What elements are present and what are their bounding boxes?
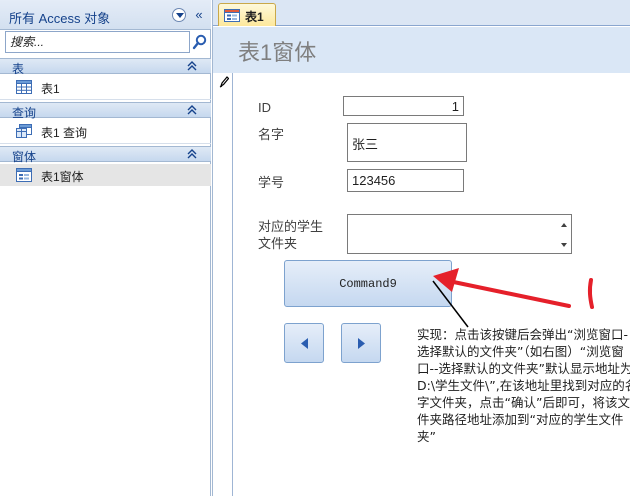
collapse-group-icon[interactable] [186, 60, 198, 72]
group-header-tables[interactable]: 表 [0, 58, 211, 76]
nav-item-label: 表1 [41, 82, 60, 96]
navigation-pane-title[interactable]: 所有 Access 对象 [9, 8, 110, 27]
nav-item-query1[interactable]: 表1 查询 [0, 120, 211, 142]
scroll-down-icon[interactable] [558, 239, 570, 249]
nav-item-form1[interactable]: 表1窗体 [0, 164, 211, 186]
nav-item-label: 表1窗体 [41, 170, 84, 184]
name-field[interactable] [347, 123, 467, 162]
table-icon [16, 80, 32, 94]
collapse-group-icon[interactable] [186, 104, 198, 116]
tab-form1[interactable]: 表1 [218, 3, 276, 26]
chevron-down-icon[interactable] [172, 8, 186, 22]
form-header: 表1窗体 [213, 27, 630, 73]
folder-label-continued: 文件夹 [258, 236, 298, 251]
tab-label: 表1 [245, 10, 264, 24]
chevron-left-icon [301, 338, 308, 349]
query-icon [16, 124, 32, 138]
nav-item-table1[interactable]: 表1 [0, 76, 211, 98]
form-title: 表1窗体 [238, 40, 317, 65]
group-title: 窗体 [12, 150, 37, 164]
document-area: 表1 表1窗体 ID 名字 学号 对应的学生 文件夹 Command9 [212, 0, 630, 496]
group-header-queries[interactable]: 查询 [0, 102, 211, 120]
collapse-group-icon[interactable] [186, 148, 198, 160]
name-label: 名字 [258, 127, 285, 142]
command9-button[interactable]: Command9 [284, 260, 452, 307]
document-tab-strip: 表1 [213, 0, 630, 26]
next-record-button[interactable] [341, 323, 381, 363]
student-no-field[interactable] [347, 169, 464, 192]
chevron-right-icon [358, 338, 365, 349]
navigation-pane-header[interactable]: 所有 Access 对象 « [0, 0, 211, 30]
search-input[interactable] [5, 31, 190, 53]
form-icon [224, 9, 240, 22]
pencil-icon [219, 76, 230, 88]
form-detail-section: ID 名字 学号 对应的学生 文件夹 Command9 实现：点击该按键后会弹出… [234, 73, 630, 496]
group-title: 表 [12, 62, 25, 76]
nav-item-label: 表1 查询 [41, 126, 88, 140]
scroll-up-icon[interactable] [558, 219, 570, 229]
id-field[interactable] [343, 96, 464, 116]
group-title: 查询 [12, 106, 37, 120]
student-folder-field[interactable] [347, 214, 572, 254]
search-bar [5, 31, 208, 53]
annotation-note: 实现：点击该按键后会弹出“浏览窗口-选择默认的文件夹”（如右图）“浏览窗口--选… [417, 327, 630, 444]
id-label: ID [258, 100, 271, 115]
divider [0, 143, 211, 144]
collapse-pane-icon[interactable]: « [192, 7, 206, 23]
student-no-label: 学号 [258, 175, 285, 190]
group-header-forms[interactable]: 窗体 [0, 146, 211, 164]
search-icon[interactable] [192, 34, 208, 50]
navigation-pane: 所有 Access 对象 « 表 表1 [0, 0, 211, 496]
previous-record-button[interactable] [284, 323, 324, 363]
divider [0, 99, 211, 100]
form-icon [16, 168, 32, 182]
record-selector[interactable] [213, 73, 233, 496]
